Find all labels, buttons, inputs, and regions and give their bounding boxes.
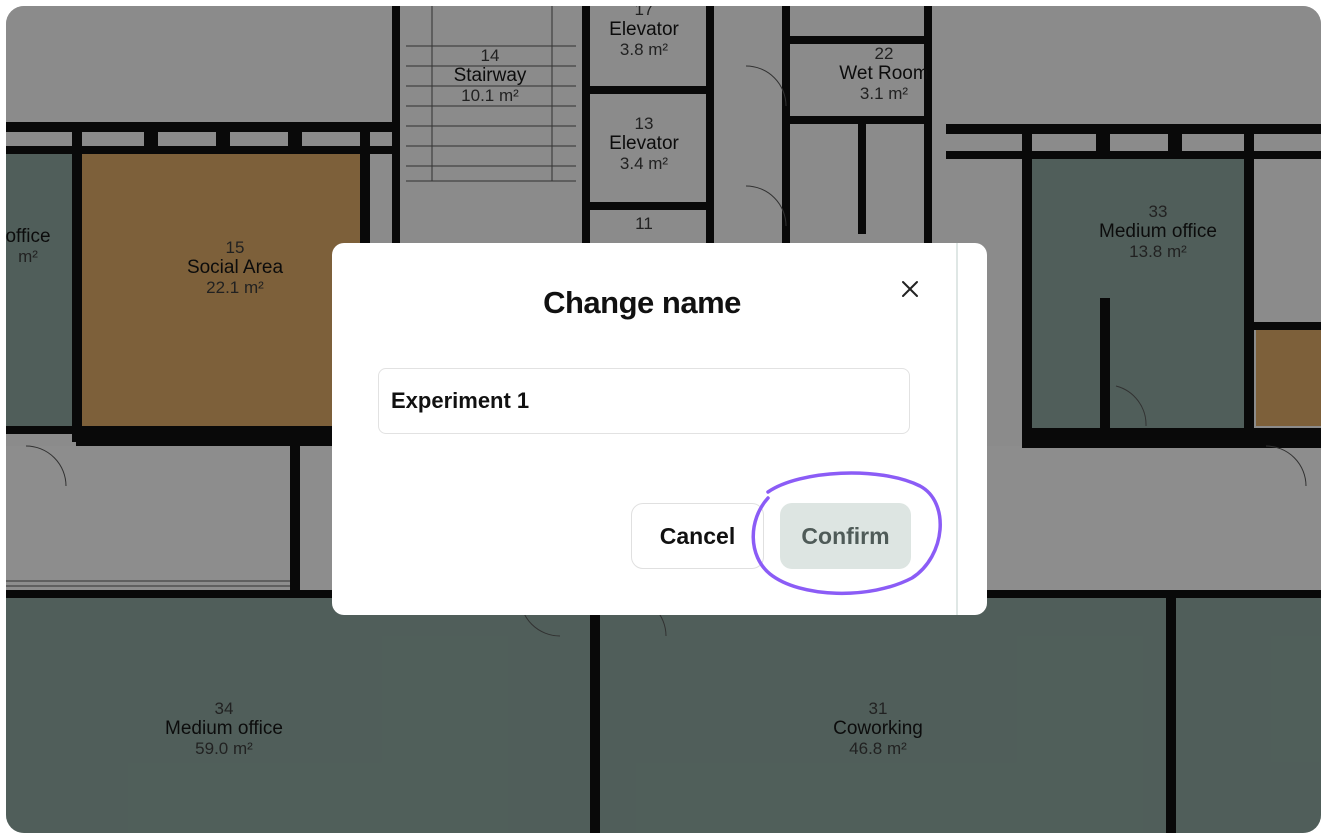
- room-label-elevator-13: 13 Elevator 3.4 m²: [609, 114, 679, 173]
- dialog-edge: [956, 243, 958, 615]
- room-number: 34: [214, 699, 234, 718]
- room-number: 17: [634, 6, 654, 19]
- room-area: 59.0 m²: [195, 739, 253, 759]
- room-name: Medium office: [165, 718, 283, 740]
- room-name: office: [6, 226, 51, 247]
- room-coworking[interactable]: [600, 596, 1321, 833]
- room-label-elevator-11: 11: [635, 214, 653, 233]
- room-name: Social Area: [186, 257, 284, 279]
- room-name: Wet Room: [839, 63, 929, 85]
- room-area: 3.8 m²: [619, 40, 669, 60]
- room-number: 11: [635, 214, 653, 233]
- room-area: 3.1 m²: [859, 84, 909, 104]
- room-name: Stairway: [453, 65, 527, 87]
- room-right-accent[interactable]: [1256, 330, 1321, 426]
- room-number: 31: [868, 699, 888, 718]
- room-area: 3.4 m²: [619, 154, 669, 174]
- room-area: 13.8 m²: [1129, 242, 1187, 262]
- room-area: 10.1 m²: [461, 86, 519, 106]
- room-label-social-area: 15 Social Area 22.1 m²: [187, 238, 283, 297]
- room-label-office-left: office m²: [6, 226, 51, 266]
- room-office-left[interactable]: [6, 153, 72, 426]
- room-label-medium-office-33: 33 Medium office 13.8 m²: [1099, 202, 1217, 261]
- name-input[interactable]: [378, 368, 910, 434]
- confirm-button[interactable]: Confirm: [780, 503, 911, 569]
- room-area: 46.8 m²: [849, 739, 907, 759]
- room-name: Elevator: [609, 19, 679, 41]
- room-label-stairway: 14 Stairway 10.1 m²: [454, 46, 527, 105]
- close-icon: [902, 281, 918, 297]
- room-number: 13: [634, 114, 654, 133]
- room-medium-office-33[interactable]: [1032, 156, 1244, 428]
- room-number: 15: [225, 238, 245, 257]
- room-label-elevator-17: 17 Elevator 3.8 m²: [609, 6, 679, 59]
- dialog-title: Change name: [543, 285, 741, 320]
- room-number: 14: [480, 46, 500, 65]
- room-number: 22: [874, 44, 894, 63]
- room-name: Elevator: [609, 133, 679, 155]
- room-name: Medium office: [1099, 221, 1217, 243]
- room-name: Coworking: [833, 718, 923, 740]
- room-label-wet-room: 22 Wet Room 3.1 m²: [839, 44, 928, 103]
- room-label-coworking: 31 Coworking 46.8 m²: [833, 699, 923, 758]
- room-area: 22.1 m²: [206, 278, 264, 298]
- room-number: 33: [1148, 202, 1168, 221]
- cancel-button[interactable]: Cancel: [631, 503, 764, 569]
- close-button[interactable]: [893, 272, 927, 306]
- room-medium-office-34[interactable]: [6, 596, 590, 833]
- room-area: m²: [18, 247, 38, 267]
- room-label-medium-office-34: 34 Medium office 59.0 m²: [165, 699, 283, 758]
